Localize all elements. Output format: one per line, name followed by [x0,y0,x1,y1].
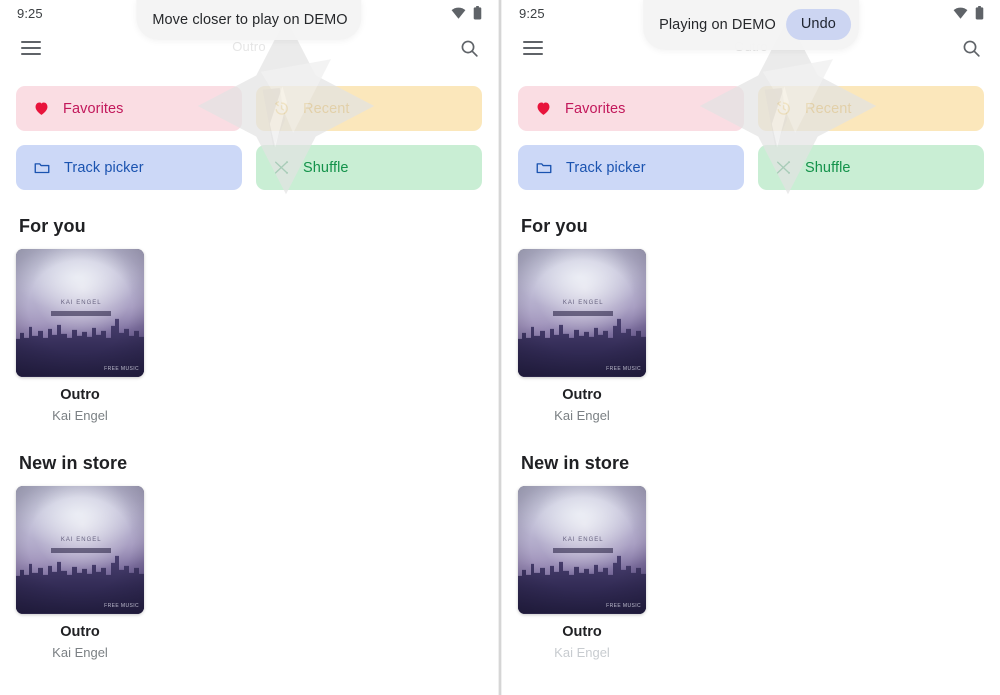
album-artist: Kai Engel [554,645,610,660]
chip-recent[interactable]: Recent [758,86,984,131]
shuffle-icon [777,161,791,174]
chip-favorites[interactable]: Favorites [518,86,744,131]
history-icon [273,100,290,117]
history-icon [775,100,792,117]
album-artist: Kai Engel [52,645,108,660]
shuffle-icon [275,161,289,174]
quick-action-chip-grid: Favorites Recent Track picker Shuffle [518,86,984,190]
chip-label: Track picker [566,159,646,176]
album-artwork: KAI ENGELFREE MUSIC [518,249,646,377]
page-content: Favorites Recent Track picker Shuffle For yo… [0,70,498,660]
chip-label: Track picker [64,159,144,176]
snackbar-toast: Move closer to play on DEMO [136,0,362,40]
battery-icon [975,6,984,20]
status-clock: 9:25 [17,5,43,21]
album-card[interactable]: KAI ENGELFREE MUSIC Outro Kai Engel [518,249,646,423]
artwork-vignette [16,249,144,377]
artwork-vignette [518,249,646,377]
album-title: Outro [60,624,100,640]
folder-icon [33,159,51,177]
album-artwork: KAI ENGELFREE MUSIC [16,486,144,614]
wifi-icon [451,7,466,19]
chip-shuffle[interactable]: Shuffle [758,145,984,190]
album-artwork: KAI ENGELFREE MUSIC [16,249,144,377]
chip-label: Shuffle [303,159,349,176]
history-icon [275,101,288,115]
heart-icon [33,100,50,117]
phone-screen-right: 9:25 Outro Playing on DEMO Undo Favorites Rec… [502,0,1000,695]
snackbar-undo-button[interactable]: Undo [785,9,851,40]
chip-recent[interactable]: Recent [256,86,482,131]
album-artwork: KAI ENGELFREE MUSIC [518,486,646,614]
chip-label: Shuffle [805,159,851,176]
status-icons [953,6,984,20]
chip-label: Recent [303,100,350,117]
snackbar-toast: Playing on DEMO Undo [643,0,859,50]
quick-action-chip-grid: Favorites Recent Track picker Shuffle [16,86,482,190]
status-icons [451,6,482,20]
section-title: For you [19,216,86,236]
history-icon [777,101,790,115]
shuffle-icon [775,159,792,176]
chip-label: Favorites [565,100,626,117]
search-icon[interactable] [956,33,986,63]
search-icon[interactable] [454,33,484,63]
folder-icon [536,162,552,173]
page-content: Favorites Recent Track picker Shuffle For yo… [502,70,1000,660]
wifi-icon [953,7,968,19]
artwork-vignette [16,486,144,614]
section-title: For you [521,216,588,236]
album-artist: Kai Engel [554,408,610,423]
album-title: Outro [60,387,100,403]
artwork-corner-mark: FREE MUSIC [606,365,641,372]
wifi-icon [953,7,968,19]
battery-icon [975,6,984,20]
album-artist: Kai Engel [52,408,108,423]
battery-icon [473,6,482,20]
hamburger-menu-icon[interactable] [518,33,548,63]
snackbar-message: Playing on DEMO [659,16,776,33]
chip-label: Recent [805,100,852,117]
album-card[interactable]: KAI ENGELFREE MUSIC Outro Kai Engel [16,486,144,660]
section-title: New in store [521,453,630,473]
chip-shuffle[interactable]: Shuffle [256,145,482,190]
chip-favorites[interactable]: Favorites [16,86,242,131]
snackbar-message: Move closer to play on DEMO [152,11,348,28]
artwork-vignette [518,486,646,614]
heart-icon [537,102,550,115]
album-card[interactable]: KAI ENGELFREE MUSIC Outro Kai Engel [518,486,646,660]
album-title: Outro [562,387,602,403]
battery-icon [473,6,482,20]
heart-icon [535,100,552,117]
wifi-icon [451,7,466,19]
chip-track-picker[interactable]: Track picker [518,145,744,190]
phone-screen-left: 9:25 Outro Move closer to play on DEMO Favo… [0,0,498,695]
status-clock: 9:25 [519,5,545,21]
artwork-corner-mark: FREE MUSIC [104,365,139,372]
chip-track-picker[interactable]: Track picker [16,145,242,190]
section-title: New in store [19,453,128,473]
artwork-corner-mark: FREE MUSIC [104,602,139,609]
album-card[interactable]: KAI ENGELFREE MUSIC Outro Kai Engel [16,249,144,423]
folder-icon [535,159,553,177]
search-icon [963,40,980,57]
heart-icon [35,102,48,115]
album-title: Outro [562,624,602,640]
comparison-screenshot: 9:25 Outro Move closer to play on DEMO Favo… [0,0,1000,695]
chip-label: Favorites [63,100,124,117]
shuffle-icon [273,159,290,176]
artwork-corner-mark: FREE MUSIC [606,602,641,609]
folder-icon [34,162,50,173]
hamburger-menu-icon[interactable] [16,33,46,63]
search-icon [461,40,478,57]
